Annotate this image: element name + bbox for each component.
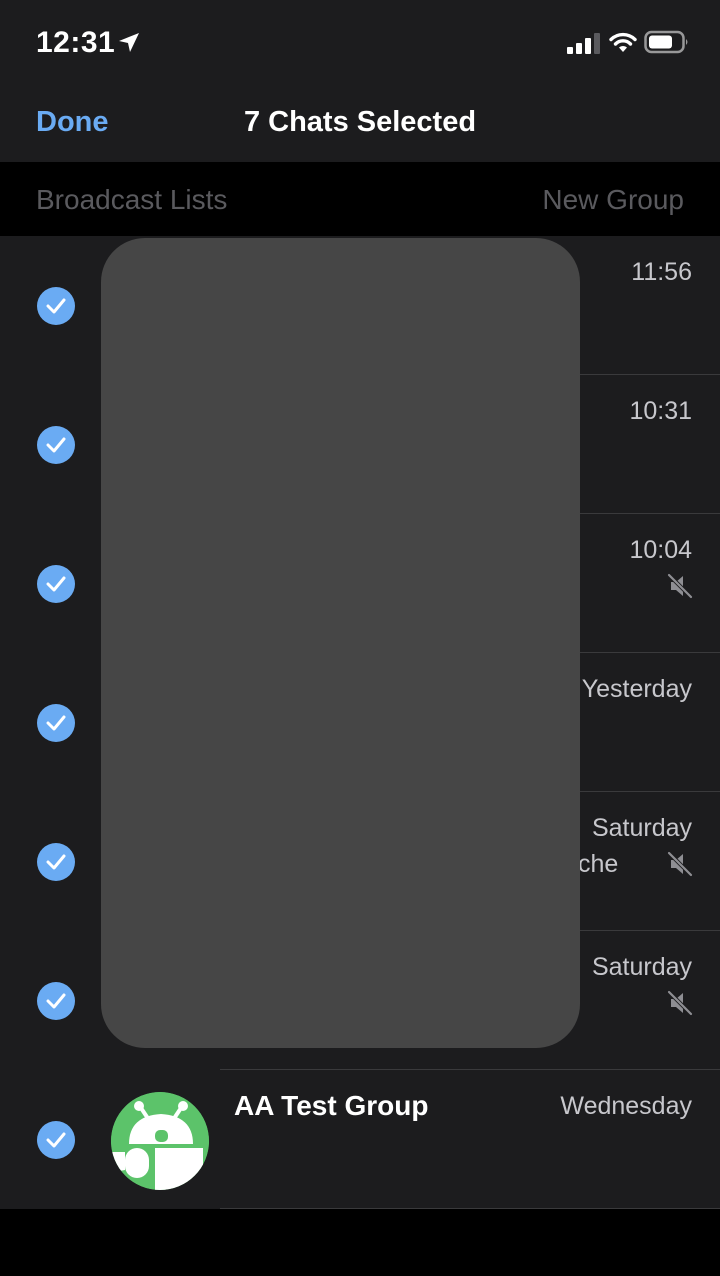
chat-time: 10:04 (629, 536, 692, 564)
location-arrow-icon (119, 33, 139, 52)
wifi-icon (609, 32, 637, 52)
new-group-button[interactable]: New Group (542, 184, 684, 216)
battery-icon (644, 30, 688, 54)
selected-checkmark-icon[interactable] (37, 426, 75, 464)
selected-checkmark-icon[interactable] (37, 287, 75, 325)
chat-time: Yesterday (581, 675, 692, 703)
list-actions-bar: Broadcast Lists New Group (0, 162, 720, 236)
selected-checkmark-icon[interactable] (37, 565, 75, 603)
muted-speaker-icon (667, 990, 693, 1016)
selected-checkmark-icon[interactable] (37, 704, 75, 742)
chat-preview: che (578, 850, 619, 878)
chat-time: 11:56 (631, 258, 692, 286)
done-button[interactable]: Done (36, 106, 109, 139)
chat-time: Saturday (591, 953, 692, 981)
selected-checkmark-icon[interactable] (37, 982, 75, 1020)
status-bar: 12:31 (0, 0, 720, 86)
selected-checkmark-icon[interactable] (37, 843, 75, 881)
bottom-bar (0, 1209, 720, 1276)
muted-speaker-icon (667, 851, 693, 877)
navigation-bar: 7 Chats Selected Done (0, 86, 720, 162)
android-robot-avatar[interactable] (111, 1092, 209, 1190)
status-time: 12:31 (36, 26, 116, 59)
chat-time: Saturday (591, 814, 692, 842)
muted-speaker-icon (667, 573, 693, 599)
cellular-signal-icon (567, 33, 600, 54)
selected-checkmark-icon[interactable] (37, 1121, 75, 1159)
chat-time: 10:31 (629, 397, 692, 425)
redaction-overlay (101, 238, 580, 1048)
chat-time: Wednesday (560, 1092, 692, 1120)
chat-row[interactable]: AA Test Group Wednesday (0, 1070, 720, 1209)
chat-name: AA Test Group (234, 1090, 429, 1121)
broadcast-lists-button[interactable]: Broadcast Lists (36, 184, 227, 216)
